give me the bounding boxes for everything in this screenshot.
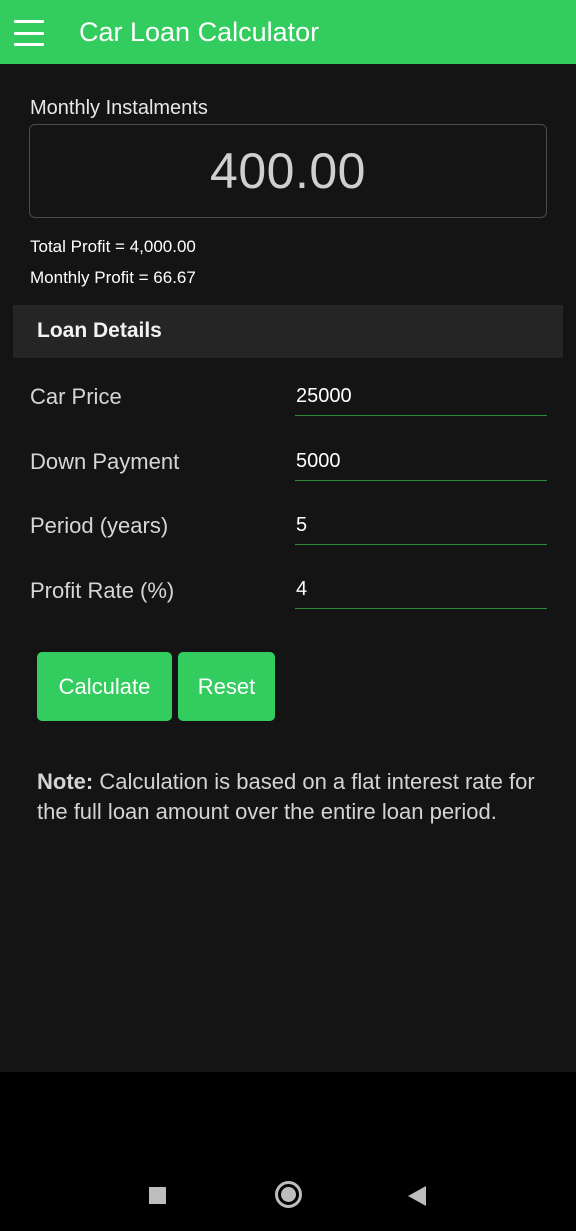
note-body: Calculation is based on a flat interest … [37, 769, 535, 824]
period-input[interactable] [295, 507, 547, 545]
monthly-profit-text: Monthly Profit = 66.67 [30, 268, 196, 287]
down-payment-input[interactable] [295, 443, 547, 481]
car-price-input[interactable] [295, 378, 547, 416]
period-label: Period (years) [30, 513, 169, 538]
reset-button[interactable]: Reset [178, 652, 275, 721]
total-profit-text: Total Profit = 4,000.00 [30, 237, 196, 256]
app-title: Car Loan Calculator [79, 17, 320, 47]
loan-details-title: Loan Details [37, 319, 162, 342]
profit-rate-input[interactable] [295, 571, 547, 609]
hamburger-menu-icon[interactable] [14, 20, 46, 46]
down-payment-label: Down Payment [30, 449, 180, 474]
note-label: Note: [37, 769, 94, 794]
note-text: Note: Calculation is based on a flat int… [37, 767, 547, 826]
recent-apps-icon[interactable] [149, 1187, 166, 1204]
back-icon[interactable] [408, 1186, 426, 1206]
profit-rate-label: Profit Rate (%) [30, 578, 175, 603]
loan-details-header: Loan Details [13, 305, 563, 358]
calculate-button[interactable]: Calculate [37, 652, 172, 721]
monthly-instalments-value: 400.00 [210, 143, 366, 199]
monthly-instalments-display: 400.00 [29, 124, 547, 218]
car-price-label: Car Price [30, 384, 122, 409]
app-bar: Car Loan Calculator [0, 0, 576, 64]
home-icon[interactable] [275, 1181, 302, 1208]
monthly-instalments-label: Monthly Instalments [30, 97, 208, 119]
